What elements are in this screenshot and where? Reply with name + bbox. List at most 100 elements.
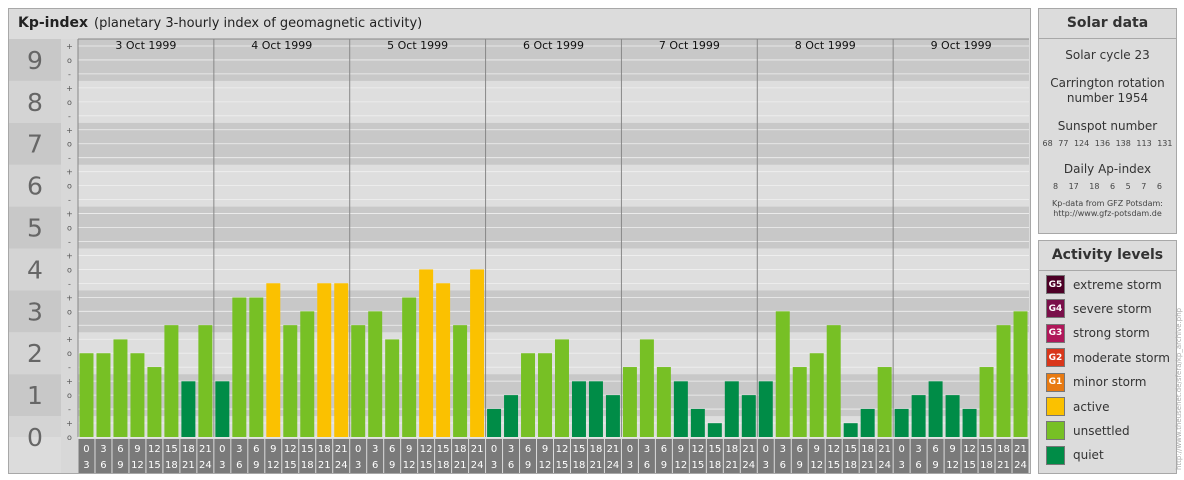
kp-bar [283, 325, 298, 437]
hour-end-label: 18 [437, 460, 450, 471]
hour-start-label: 0 [355, 444, 361, 455]
hour-end-label: 24 [878, 460, 891, 471]
hour-start-label: 18 [318, 444, 331, 455]
hour-end-label: 24 [335, 460, 348, 471]
hour-end-label: 3 [627, 460, 633, 471]
legend-label: quiet [1073, 448, 1104, 463]
hour-start-label: 0 [83, 444, 89, 455]
hour-start-label: 0 [219, 444, 225, 455]
kp-bar [317, 283, 332, 437]
hour-end-label: 15 [963, 460, 976, 471]
y-subtick-label: - [68, 70, 71, 79]
day-label: 5 Oct 1999 [387, 39, 448, 52]
hour-end-label: 24 [742, 460, 755, 471]
hour-end-label: 12 [539, 460, 552, 471]
data-source-line1: Kp-data from GFZ Potsdam: [1052, 199, 1163, 208]
hour-end-label: 24 [1014, 460, 1027, 471]
hour-end-label: 18 [573, 460, 586, 471]
hour-start-label: 0 [763, 444, 769, 455]
solar-data-panel: Solar data Solar cycle 23 Carrington rot… [1038, 8, 1177, 234]
hour-start-label: 21 [1014, 444, 1027, 455]
hour-start-label: 12 [827, 444, 840, 455]
kp-bar [945, 395, 960, 437]
solar-cycle: Solar cycle 23 [1065, 48, 1150, 62]
y-subtick-label: + [66, 293, 73, 302]
hour-end-label: 15 [284, 460, 297, 471]
kp-bar [79, 353, 94, 437]
y-subtick-label: - [68, 237, 71, 246]
carrington-rotation-line1: Carrington rotation [1050, 76, 1165, 90]
hour-start-label: 15 [844, 444, 857, 455]
kp-bar [351, 325, 366, 437]
hour-start-label: 3 [508, 444, 514, 455]
y-subtick-label: o [67, 182, 72, 191]
legend-swatch: G5 [1046, 275, 1065, 294]
y-subtick-label: o [67, 140, 72, 149]
hour-end-label: 18 [301, 460, 314, 471]
kp-bar [622, 367, 637, 437]
kp-bar [215, 381, 230, 437]
kp-bar [113, 339, 128, 437]
hour-start-label: 0 [898, 444, 904, 455]
hour-start-label: 21 [878, 444, 891, 455]
kp-bar [130, 353, 145, 437]
kp-bar [775, 311, 790, 437]
y-tick-label: 9 [27, 46, 43, 75]
legend-label: severe storm [1073, 301, 1152, 316]
hour-start-label: 21 [471, 444, 484, 455]
hour-end-label: 15 [148, 460, 161, 471]
hour-start-label: 6 [253, 444, 259, 455]
legend-item-severe-storm: G4 severe storm [1046, 299, 1152, 319]
kp-bar [96, 353, 111, 437]
hour-end-label: 18 [844, 460, 857, 471]
legend-item-unsettled: unsettled [1046, 421, 1130, 441]
kp-bar [877, 367, 892, 437]
legend-label: strong storm [1073, 326, 1150, 341]
kp-bar [894, 408, 909, 437]
kp-bar [724, 381, 739, 437]
hour-end-label: 12 [674, 460, 687, 471]
y-tick-label: 7 [27, 130, 43, 159]
kp-bar [911, 395, 926, 437]
hour-end-label: 15 [420, 460, 433, 471]
day-label: 6 Oct 1999 [523, 39, 584, 52]
ap-index-values: 8 17 18 6 5 7 6 [1052, 182, 1163, 191]
hour-end-label: 6 [372, 460, 378, 471]
hour-start-label: 18 [861, 444, 874, 455]
kp-bar [690, 408, 705, 437]
hour-end-label: 21 [997, 460, 1010, 471]
hour-end-label: 12 [403, 460, 416, 471]
legend-swatch: G3 [1046, 323, 1065, 343]
kp-bar [809, 353, 824, 437]
ap-index-label: Daily Ap-index [1063, 162, 1152, 176]
kp-bar [198, 325, 213, 437]
hour-end-label: 9 [389, 460, 395, 471]
kp-bar [470, 269, 485, 437]
hour-start-label: 12 [148, 444, 161, 455]
kp-bar [860, 408, 875, 437]
kp-bar-chart: o+o+-o+-o+-o+-o+-o+-o+-o+-o+-01234567893… [9, 38, 1029, 473]
hour-end-label: 21 [182, 460, 195, 471]
activity-levels-title: Activity levels [1039, 241, 1176, 271]
kp-bar [639, 339, 654, 437]
hour-start-label: 12 [420, 444, 433, 455]
hour-start-label: 21 [607, 444, 620, 455]
hour-start-label: 6 [389, 444, 395, 455]
hour-start-label: 0 [491, 444, 497, 455]
hour-end-label: 21 [318, 460, 331, 471]
hour-end-label: 12 [810, 460, 823, 471]
kp-bar [571, 381, 586, 437]
kp-bar [453, 325, 468, 437]
y-subtick-label: - [68, 279, 71, 288]
activity-levels-panel: Activity levels G5 extreme storm G4 severe … [1038, 240, 1177, 474]
y-tick-label: 0 [27, 423, 43, 452]
kp-bar [385, 339, 400, 437]
hour-end-label: 3 [763, 460, 769, 471]
y-subtick-label: + [66, 377, 73, 386]
hour-start-label: 15 [980, 444, 993, 455]
sunspot-label: Sunspot number [1057, 119, 1158, 133]
hour-start-label: 3 [236, 444, 242, 455]
kp-bar [843, 423, 858, 437]
hour-start-label: 21 [199, 444, 212, 455]
data-source-link[interactable]: http://www.gfz-potsdam.de [1039, 209, 1176, 219]
